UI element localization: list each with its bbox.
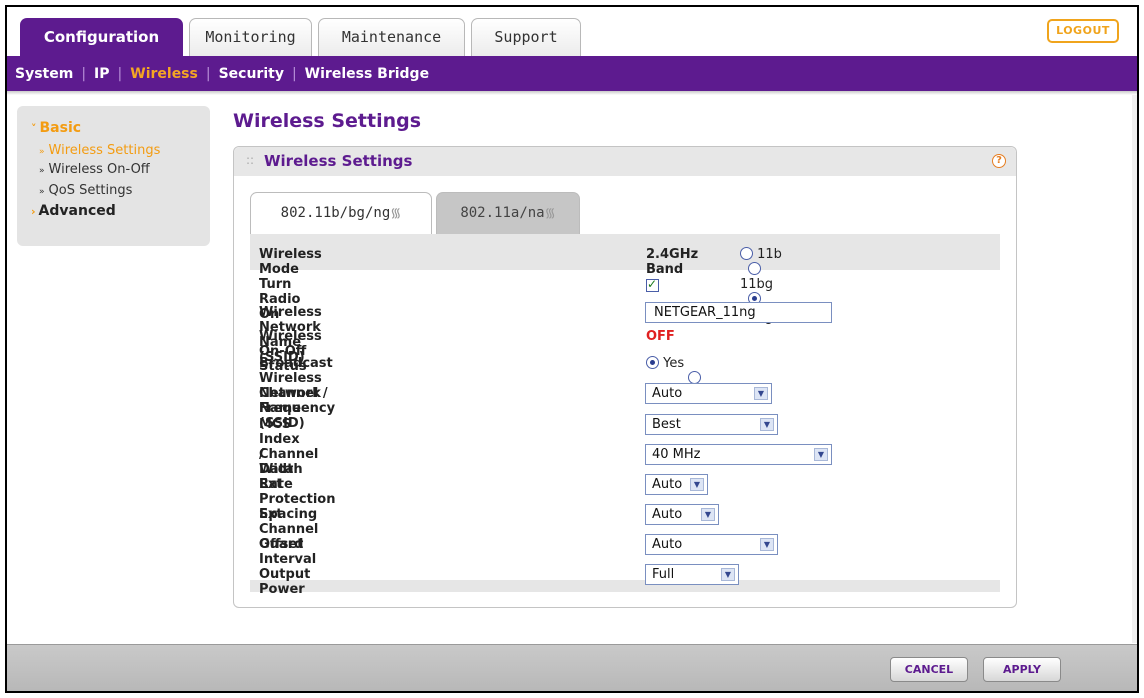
settings-panel: :: Wireless Settings ? 802.11b/bg/ng᯾ 80… <box>233 146 1017 608</box>
tab-support[interactable]: Support <box>471 18 581 56</box>
scrollbar[interactable] <box>1132 95 1137 643</box>
wifi-icon: ᯾ <box>390 206 402 221</box>
menu-basic[interactable]: ˅ Basic <box>31 120 81 136</box>
guard-interval-select[interactable]: Auto ▼ <box>645 534 778 555</box>
subnav-shadow <box>7 91 1137 95</box>
chevron-down-icon: ▼ <box>721 568 735 581</box>
cancel-button[interactable]: CANCEL <box>890 657 968 682</box>
panel-header: :: Wireless Settings ? <box>234 147 1016 176</box>
subnav-security[interactable]: Security <box>217 66 286 82</box>
logout-button[interactable]: LOGOUT <box>1047 19 1119 43</box>
output-power-select[interactable]: Full ▼ <box>645 564 739 585</box>
label-output-power: Output Power <box>259 567 311 597</box>
sub-navigation: System | IP | Wireless | Security | Wire… <box>7 56 1137 91</box>
bottom-action-bar: CANCEL APPLY <box>7 644 1137 691</box>
subnav-divider: | <box>117 65 123 82</box>
form-area <box>250 234 1000 592</box>
form-body <box>250 270 1000 580</box>
chevron-down-icon: ˅ <box>31 122 37 135</box>
subnav-wireless-bridge[interactable]: Wireless Bridge <box>303 66 431 82</box>
ext-offset-select[interactable]: Auto ▼ <box>645 504 719 525</box>
panel-title: Wireless Settings <box>264 152 413 170</box>
router-admin-window: Configuration Monitoring Maintenance Sup… <box>5 5 1139 693</box>
channel-select-value: Auto <box>652 386 683 401</box>
ext-protection-select-value: Auto <box>652 477 683 492</box>
radio-broadcast-yes-label: Yes <box>663 356 685 371</box>
radio-11bg[interactable] <box>748 262 761 275</box>
channel-select[interactable]: Auto ▼ <box>645 383 772 404</box>
label-channel: Channel / Frequency <box>259 386 336 416</box>
ext-protection-select[interactable]: Auto ▼ <box>645 474 708 495</box>
menu-item-wireless-settings[interactable]: » Wireless Settings <box>39 143 160 158</box>
subnav-wireless[interactable]: Wireless <box>128 66 200 82</box>
tab-80211bgng[interactable]: 802.11b/bg/ng᯾ <box>250 192 432 234</box>
guard-interval-select-value: Auto <box>652 537 683 552</box>
channel-width-select-value: 40 MHz <box>652 447 701 462</box>
chevron-down-icon: ▼ <box>814 448 828 461</box>
bullet-icon: » <box>39 147 45 157</box>
mcs-select[interactable]: Best ▼ <box>645 414 778 435</box>
subnav-divider: | <box>81 65 87 82</box>
tab-configuration[interactable]: Configuration <box>20 18 183 56</box>
grip-icon: :: <box>246 153 255 167</box>
subnav-divider: | <box>291 65 297 82</box>
radio-11b-label: 11b <box>757 247 782 262</box>
chevron-down-icon: ▼ <box>701 508 715 521</box>
band-label: 2.4GHz Band <box>646 247 699 277</box>
label-guard-interval: Guard Interval <box>259 537 317 567</box>
chevron-right-icon: › <box>31 205 36 218</box>
chevron-down-icon: ▼ <box>754 387 768 400</box>
bullet-icon: » <box>39 187 45 197</box>
menu-item-qos-settings[interactable]: » QoS Settings <box>39 183 132 198</box>
top-tab-bar: Configuration Monitoring Maintenance Sup… <box>7 7 1137 56</box>
tab-maintenance[interactable]: Maintenance <box>318 18 465 56</box>
radio-broadcast-yes[interactable] <box>646 356 659 369</box>
output-power-select-value: Full <box>652 567 675 582</box>
page-title: Wireless Settings <box>233 110 422 132</box>
radio-11bg-label: 11bg <box>740 277 774 292</box>
channel-width-select[interactable]: 40 MHz ▼ <box>645 444 832 465</box>
chevron-down-icon: ▼ <box>760 538 774 551</box>
apply-button[interactable]: APPLY <box>983 657 1061 682</box>
on-off-status-value: OFF <box>646 329 675 344</box>
menu-advanced[interactable]: › Advanced <box>31 203 116 219</box>
wifi-icon: ᯾ <box>544 206 556 221</box>
mcs-select-value: Best <box>652 417 681 432</box>
ssid-input[interactable]: NETGEAR_11ng <box>645 302 832 323</box>
chevron-down-icon: ▼ <box>690 478 704 491</box>
tab-monitoring[interactable]: Monitoring <box>189 18 312 56</box>
chevron-down-icon: ▼ <box>760 418 774 431</box>
label-channel-width: Channel Width <box>259 447 319 477</box>
help-icon[interactable]: ? <box>992 154 1006 168</box>
subnav-divider: | <box>205 65 211 82</box>
subnav-system[interactable]: System <box>13 66 75 82</box>
menu-item-wireless-on-off[interactable]: » Wireless On-Off <box>39 162 150 177</box>
bullet-icon: » <box>39 166 45 176</box>
ext-offset-select-value: Auto <box>652 507 683 522</box>
radio-11b[interactable] <box>740 247 753 260</box>
turn-radio-on-checkbox[interactable] <box>646 277 659 292</box>
tab-80211ana[interactable]: 802.11a/na᯾ <box>436 192 580 234</box>
label-wireless-mode: Wireless Mode <box>259 247 322 277</box>
subnav-ip[interactable]: IP <box>92 66 111 82</box>
left-menu: ˅ Basic » Wireless Settings » Wireless On-O… <box>17 106 210 246</box>
